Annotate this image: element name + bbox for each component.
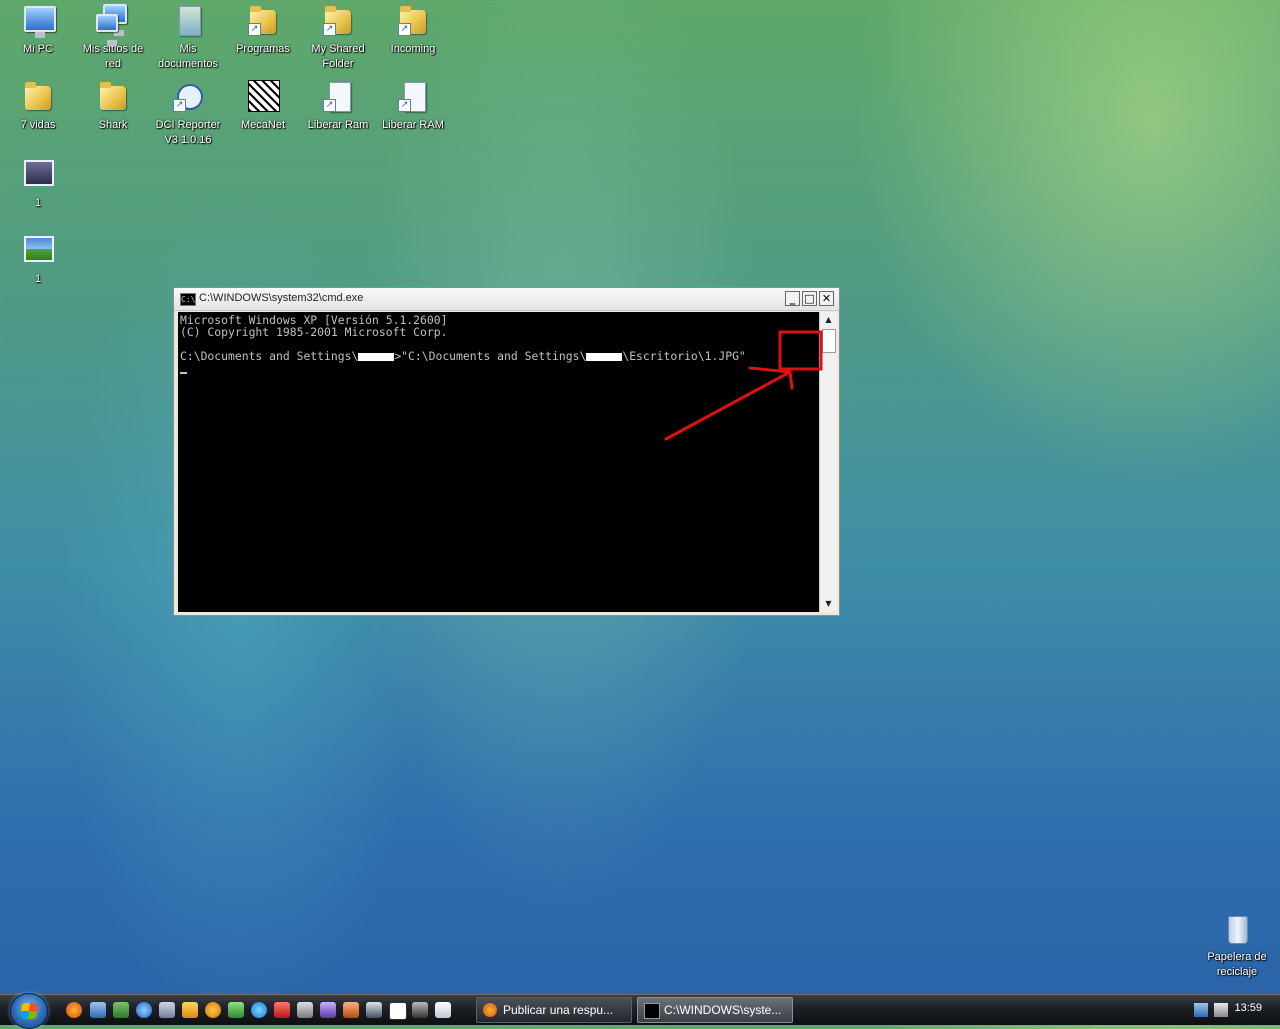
- desktop-icon-mis-sitios-de-red[interactable]: Mis sitios de red: [74, 4, 152, 72]
- taskbar-button-label: Publicar una respu...: [503, 1003, 614, 1017]
- folder-icon: [96, 80, 130, 114]
- computer-icon: [21, 4, 56, 38]
- desktop-icon-mis-documentos[interactable]: Mis documentos: [149, 4, 227, 72]
- scroll-thumb[interactable]: [822, 329, 836, 353]
- mecanet-icon: [246, 80, 280, 114]
- maximize-button[interactable]: □: [802, 291, 817, 306]
- clock[interactable]: 13:59: [1234, 1002, 1262, 1014]
- volume-tray-icon[interactable]: [1214, 1003, 1228, 1017]
- firefox-icon: [483, 1003, 497, 1017]
- messenger-icon[interactable]: [228, 1002, 244, 1018]
- desktop-icon-mi-pc[interactable]: Mi PC: [0, 4, 77, 57]
- desktop-icon-shark[interactable]: Shark: [74, 80, 152, 133]
- desktop-icon-label: Programas: [236, 43, 290, 55]
- vertical-scrollbar[interactable]: ▲ ▼: [819, 312, 837, 612]
- app-icon-tools[interactable]: [366, 1002, 382, 1018]
- desktop-icon-label: MecaNet: [240, 119, 286, 131]
- desktop-icon-label: Incoming: [390, 43, 436, 55]
- cmd-window[interactable]: C:\ C:\WINDOWS\system32\cmd.exe _ □ ✕ Mi…: [173, 287, 840, 616]
- windows-logo-icon: [19, 1003, 39, 1019]
- desktop-icon-mecanet[interactable]: MecaNet: [224, 80, 302, 133]
- taskbar-button-browser[interactable]: Publicar una respu...: [476, 997, 632, 1023]
- desktop-icon-recycle-bin[interactable]: Papelera de reciclaje: [1198, 912, 1276, 980]
- taskbar-button-cmd[interactable]: C:\WINDOWS\syste...: [637, 997, 793, 1023]
- desktop-icon-label: Mis documentos: [158, 43, 218, 70]
- desktop-icon-label: Liberar RAM: [382, 119, 444, 131]
- close-button[interactable]: ✕: [819, 291, 834, 306]
- text-cursor: [180, 372, 187, 374]
- image-thumbnail-icon: [21, 234, 55, 268]
- app-icon-red[interactable]: [274, 1002, 290, 1018]
- console-output[interactable]: Microsoft Windows XP [Versión 5.1.2600](…: [178, 312, 819, 612]
- network-icon: [96, 4, 130, 46]
- file-shortcut-icon: ↗: [396, 80, 430, 114]
- cmd-titlebar[interactable]: C:\ C:\WINDOWS\system32\cmd.exe _ □ ✕: [174, 288, 839, 311]
- show-desktop-icon[interactable]: [90, 1002, 106, 1018]
- scroll-down-icon[interactable]: ▼: [820, 596, 837, 612]
- app-icon-gray[interactable]: [297, 1002, 313, 1018]
- folder-shortcut-icon: ↗: [246, 4, 280, 38]
- firefox-icon[interactable]: [66, 1002, 82, 1018]
- desktop-icon-label: Shark: [98, 119, 128, 131]
- console-command-line: C:\Documents and Settings\ >"C:\Documents…: [180, 350, 819, 362]
- desktop-icon-dci-reporter[interactable]: ↗ DCI Reporter V3 1.0.16: [149, 80, 227, 148]
- recycle-bin-icon: [1220, 912, 1254, 946]
- desktop-icon-liberar-ram-2[interactable]: ↗ Liberar RAM: [374, 80, 452, 133]
- minimize-button[interactable]: _: [785, 291, 800, 306]
- media-player-icon[interactable]: [182, 1002, 198, 1018]
- desktop-icon-programas[interactable]: ↗ Programas: [224, 4, 302, 57]
- desktop-icon-label: Mis sitios de red: [82, 43, 144, 70]
- app-icon-purple[interactable]: [320, 1002, 336, 1018]
- console-line: (C) Copyright 1985-2001 Microsoft Corp.: [180, 325, 448, 339]
- app-icon-orange[interactable]: [205, 1002, 221, 1018]
- redacted-username: [358, 352, 395, 361]
- desktop-icon-label: My Shared Folder: [311, 43, 365, 70]
- app-icon-m[interactable]: [389, 1002, 407, 1020]
- command-path-end: \Escritorio\1.JPG": [622, 349, 746, 363]
- desktop-icon-incoming[interactable]: ↗ Incoming: [374, 4, 452, 57]
- desktop-icon-label: 1: [34, 273, 42, 285]
- desktop-icon-label: Liberar Ram: [307, 119, 369, 131]
- desktop-icon-liberar-ram-1[interactable]: ↗ Liberar Ram: [299, 80, 377, 133]
- folder-icon: [21, 80, 55, 114]
- taskbar-button-label: C:\WINDOWS\syste...: [664, 1003, 782, 1017]
- documents-icon: [171, 4, 205, 38]
- folder-shortcut-icon: ↗: [396, 4, 430, 38]
- internet-explorer-icon[interactable]: [136, 1002, 152, 1018]
- console-cursor-line: [180, 362, 819, 374]
- desktop-icon-my-shared-folder[interactable]: ↗ My Shared Folder: [299, 4, 377, 72]
- app-icon-brown[interactable]: [343, 1002, 359, 1018]
- desktop-icon-label: DCI Reporter V3 1.0.16: [155, 119, 221, 146]
- command-path-start: >"C:\Documents and Settings\: [394, 349, 587, 363]
- desktop-icon-label: 7 vidas: [20, 119, 56, 131]
- image-thumbnail-icon: [21, 158, 55, 192]
- cmd-app-icon[interactable]: C:\: [180, 293, 196, 306]
- desktop-icon-7-vidas[interactable]: 7 vidas: [0, 80, 77, 133]
- desktop-icon-label: 1: [34, 197, 42, 209]
- mail-icon[interactable]: [159, 1002, 175, 1018]
- app-icon-notes[interactable]: [435, 1002, 451, 1018]
- taskbar: Publicar una respu... C:\WINDOWS\syste..…: [0, 993, 1280, 1029]
- app-icon-bug[interactable]: [412, 1002, 428, 1018]
- scroll-up-icon[interactable]: ▲: [820, 312, 837, 328]
- window-title: C:\WINDOWS\system32\cmd.exe: [199, 292, 364, 304]
- redacted-username: [586, 352, 623, 361]
- network-tray-icon[interactable]: [1194, 1003, 1208, 1017]
- desktop-icon-label: Mi PC: [23, 43, 53, 55]
- desktop-icon-label: Papelera de reciclaje: [1207, 951, 1267, 978]
- prompt-path: C:\Documents and Settings\: [180, 349, 359, 363]
- desktop-icon-image-1a[interactable]: 1: [0, 158, 77, 211]
- skype-icon[interactable]: [251, 1002, 267, 1018]
- desktop-icon-image-1b[interactable]: 1: [0, 234, 77, 287]
- script-icon: ↗: [321, 80, 355, 114]
- dci-reporter-icon: ↗: [171, 80, 205, 114]
- cmd-icon: [644, 1003, 660, 1019]
- folder-shortcut-icon: ↗: [321, 4, 355, 38]
- switch-windows-icon[interactable]: [113, 1002, 129, 1018]
